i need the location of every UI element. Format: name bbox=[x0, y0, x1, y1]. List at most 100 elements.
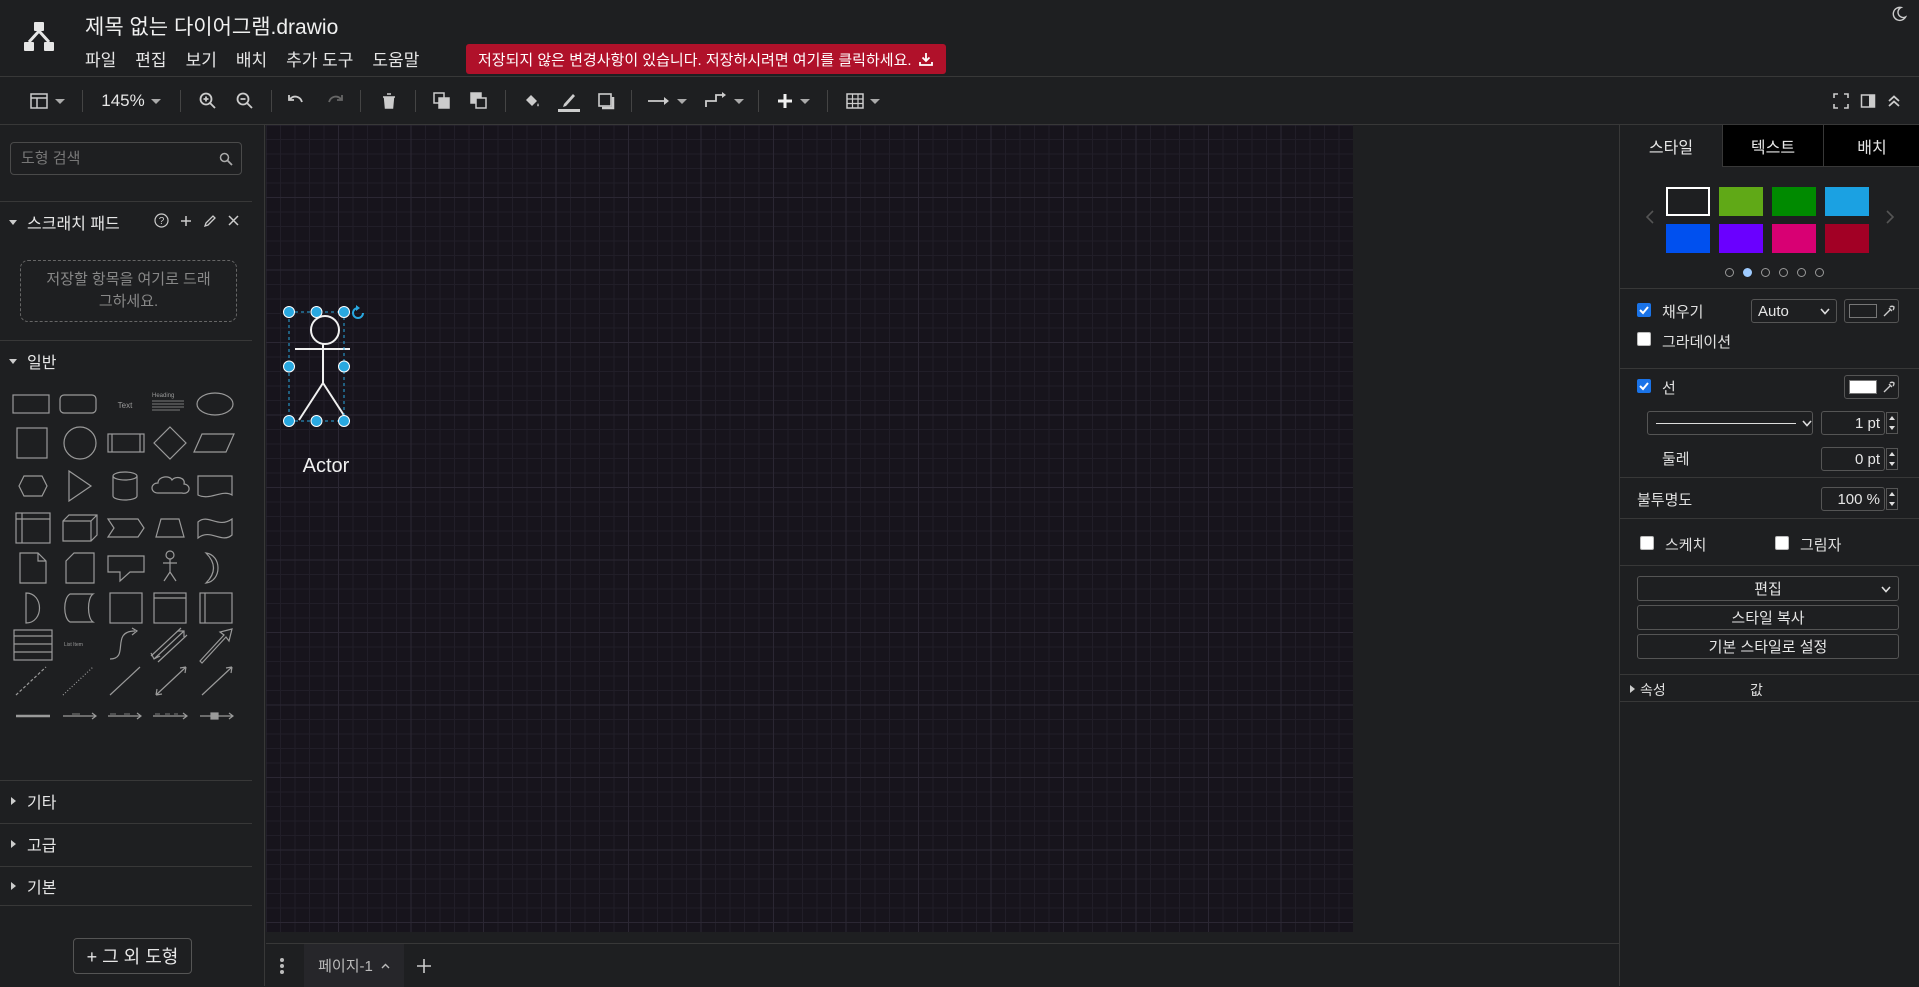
perimeter-stepper[interactable] bbox=[1886, 448, 1898, 470]
gradient-checkbox[interactable] bbox=[1637, 332, 1651, 346]
curve-shape[interactable] bbox=[109, 627, 139, 660]
to-back-button[interactable] bbox=[467, 88, 491, 114]
basic-section-header[interactable]: 기본 bbox=[0, 866, 252, 906]
cube-shape[interactable] bbox=[62, 514, 98, 542]
add-page-icon[interactable] bbox=[416, 958, 432, 974]
unsaved-changes-banner[interactable]: 저장되지 않은 변경사항이 있습니다. 저장하시려면 여기를 클릭하세요. bbox=[466, 44, 946, 74]
connection-style-dropdown[interactable] bbox=[645, 88, 689, 114]
drawio-logo-icon[interactable] bbox=[22, 20, 56, 54]
actor-shape-label[interactable]: Actor bbox=[291, 455, 361, 478]
line-color-button[interactable] bbox=[556, 88, 582, 114]
collapse-header-button[interactable] bbox=[1883, 88, 1905, 114]
step-shape[interactable] bbox=[106, 518, 145, 538]
diamond-shape[interactable] bbox=[153, 426, 187, 460]
shape-search-input[interactable] bbox=[10, 142, 242, 175]
toggle-format-panel-button[interactable] bbox=[1857, 88, 1879, 114]
sketch-checkbox[interactable] bbox=[1640, 536, 1654, 550]
tab-style[interactable]: 스타일 bbox=[1620, 125, 1722, 167]
rounded-rectangle-shape[interactable] bbox=[59, 394, 97, 414]
connector-with-2-labels-shape[interactable] bbox=[108, 712, 142, 720]
parallelogram-shape[interactable] bbox=[193, 433, 235, 453]
line-width-input[interactable]: 1 pt bbox=[1821, 411, 1885, 435]
general-section-header[interactable]: 일반 bbox=[0, 340, 252, 380]
bidirectional-arrow-shape[interactable] bbox=[150, 627, 188, 663]
arrow-shape[interactable] bbox=[199, 628, 233, 664]
undo-button[interactable] bbox=[284, 88, 308, 114]
insert-dropdown[interactable] bbox=[771, 88, 815, 114]
style-swatch-3[interactable] bbox=[1772, 187, 1816, 216]
zoom-dropdown[interactable]: 145% bbox=[96, 88, 166, 114]
more-shapes-button[interactable]: + 그 외 도형 bbox=[73, 938, 192, 974]
fill-mode-select[interactable]: Auto bbox=[1751, 299, 1837, 323]
swatch-page-dot-3[interactable] bbox=[1761, 268, 1770, 277]
help-icon[interactable]: ? bbox=[154, 213, 169, 228]
delete-button[interactable] bbox=[377, 88, 401, 114]
copy-style-button[interactable]: 스타일 복사 bbox=[1637, 605, 1899, 630]
set-default-style-button[interactable]: 기본 스타일로 설정 bbox=[1637, 634, 1899, 659]
page-tab-active[interactable]: 페이지-1 bbox=[304, 944, 404, 987]
ellipse-shape[interactable] bbox=[196, 392, 234, 416]
zoom-in-button[interactable] bbox=[196, 88, 220, 114]
chevron-right-icon[interactable] bbox=[1885, 210, 1895, 224]
diagram-canvas[interactable]: Actor bbox=[266, 125, 1619, 943]
note-shape[interactable] bbox=[19, 552, 47, 584]
directional-connector-shape[interactable] bbox=[201, 666, 233, 696]
diagram-page[interactable]: Actor bbox=[266, 125, 1353, 932]
cloud-shape[interactable] bbox=[151, 476, 190, 494]
style-swatch-4[interactable] bbox=[1825, 187, 1869, 216]
menu-help[interactable]: 도움말 bbox=[372, 46, 428, 71]
bidirectional-connector-shape[interactable] bbox=[155, 666, 187, 696]
fill-checkbox[interactable] bbox=[1637, 303, 1651, 317]
to-front-button[interactable] bbox=[430, 88, 454, 114]
vertical-container-shape[interactable] bbox=[199, 592, 233, 624]
process-shape[interactable] bbox=[107, 433, 145, 453]
rotate-handle-icon[interactable] bbox=[350, 305, 366, 321]
style-swatch-6[interactable] bbox=[1719, 224, 1763, 253]
container-shape[interactable] bbox=[109, 592, 143, 624]
opacity-input[interactable]: 100 % bbox=[1821, 487, 1885, 511]
style-swatch-5[interactable] bbox=[1666, 224, 1710, 253]
swatch-page-dot-2[interactable] bbox=[1743, 268, 1752, 277]
style-swatch-1[interactable] bbox=[1666, 187, 1710, 216]
dashed-line-shape[interactable] bbox=[15, 666, 47, 696]
list-shape[interactable] bbox=[13, 629, 53, 661]
edit-style-dropdown[interactable]: 편집 bbox=[1637, 576, 1899, 601]
fill-color-picker[interactable] bbox=[1844, 299, 1899, 323]
line-color-picker[interactable] bbox=[1844, 375, 1899, 399]
dotted-line-shape[interactable] bbox=[62, 666, 94, 696]
style-swatch-2[interactable] bbox=[1719, 187, 1763, 216]
caret-right-icon[interactable] bbox=[1628, 684, 1636, 694]
document-title[interactable]: 제목 없는 다이어그램.drawio bbox=[85, 11, 338, 41]
misc-section-header[interactable]: 기타 bbox=[0, 780, 252, 820]
pages-menu-icon[interactable] bbox=[279, 957, 285, 975]
swatch-page-dot-5[interactable] bbox=[1797, 268, 1806, 277]
menu-extras[interactable]: 추가 도구 bbox=[286, 46, 362, 71]
internal-storage-shape[interactable] bbox=[15, 512, 51, 544]
fill-color-button[interactable] bbox=[520, 88, 544, 114]
document-shape[interactable] bbox=[197, 475, 233, 498]
menu-file[interactable]: 파일 bbox=[85, 46, 125, 71]
close-icon[interactable] bbox=[227, 214, 240, 227]
list-item-shape[interactable]: List Item bbox=[64, 642, 83, 648]
style-swatch-7[interactable] bbox=[1772, 224, 1816, 253]
selection-handles[interactable] bbox=[280, 303, 360, 433]
line-width-stepper[interactable] bbox=[1886, 412, 1898, 434]
data-storage-shape[interactable] bbox=[64, 593, 95, 623]
advanced-section-header[interactable]: 고급 bbox=[0, 823, 252, 863]
connector-with-3-labels-shape[interactable] bbox=[153, 712, 188, 720]
triangle-shape[interactable] bbox=[68, 469, 93, 503]
callout-shape[interactable] bbox=[107, 555, 145, 583]
menu-arrange[interactable]: 배치 bbox=[236, 46, 276, 71]
redo-button[interactable] bbox=[323, 88, 347, 114]
hexagon-shape[interactable] bbox=[18, 475, 48, 497]
edit-icon[interactable] bbox=[203, 214, 217, 228]
card-shape[interactable] bbox=[65, 552, 95, 584]
shadow-checkbox[interactable] bbox=[1775, 536, 1789, 550]
cylinder-shape[interactable] bbox=[112, 471, 138, 501]
actor-shape[interactable] bbox=[163, 550, 177, 582]
textbox-shape[interactable]: Heading bbox=[152, 393, 184, 411]
connector-with-label-shape[interactable] bbox=[63, 712, 97, 720]
connector-with-symbol-shape[interactable] bbox=[200, 712, 234, 720]
format-panel-toggle-button[interactable] bbox=[26, 88, 68, 114]
swimlane-shape[interactable] bbox=[153, 592, 187, 624]
